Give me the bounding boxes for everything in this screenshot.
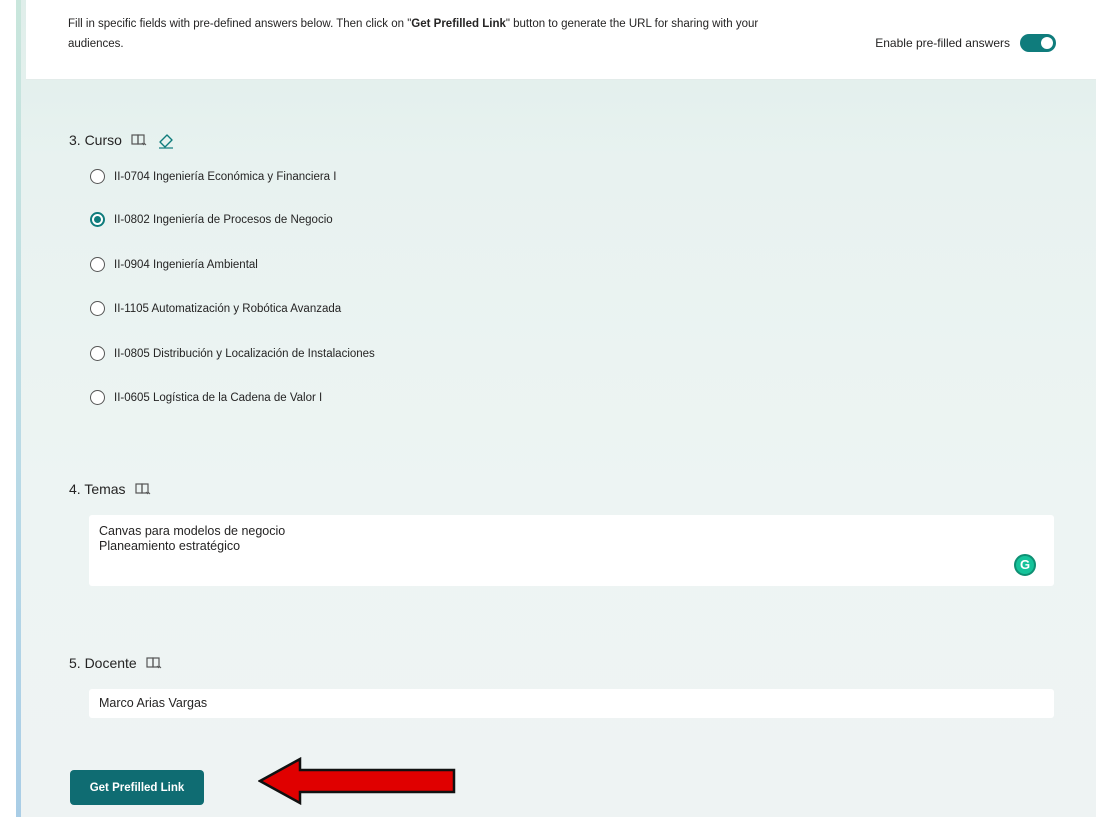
option-label: II-0704 Ingeniería Económica y Financier… <box>114 170 337 183</box>
option-label: II-0805 Distribución y Localización de I… <box>114 347 375 360</box>
radio-button[interactable] <box>90 257 105 272</box>
radio-button[interactable] <box>90 301 105 316</box>
textarea-content: Canvas para modelos de negocio Planeamie… <box>99 524 285 554</box>
left-accent-strip <box>16 0 21 817</box>
textarea-line: Planeamiento estratégico <box>99 539 241 553</box>
option-row[interactable]: II-0904 Ingeniería Ambiental <box>90 257 258 272</box>
radio-button[interactable] <box>90 390 105 405</box>
immersive-reader-icon[interactable] <box>134 480 152 498</box>
option-row[interactable]: II-1105 Automatización y Robótica Avanza… <box>90 301 341 316</box>
option-row[interactable]: II-0802 Ingeniería de Procesos de Negoci… <box>90 212 333 227</box>
option-row[interactable]: II-0704 Ingeniería Económica y Financier… <box>90 169 336 184</box>
question-3-title: 3. Curso <box>69 132 122 148</box>
banner-text-bold: Get Prefilled Link <box>411 18 506 30</box>
question-3-title-row: 3. Curso <box>69 130 176 150</box>
red-arrow-icon <box>258 757 456 805</box>
textarea-line: Canvas para modelos de negocio <box>99 524 286 538</box>
immersive-reader-icon[interactable] <box>145 654 163 672</box>
option-label: II-0802 Ingeniería de Procesos de Negoci… <box>114 213 333 226</box>
grammarly-icon[interactable]: G <box>1014 554 1036 576</box>
immersive-reader-icon[interactable] <box>130 131 148 149</box>
question-4-title-row: 4. Temas <box>69 480 152 498</box>
option-row[interactable]: II-0605 Logística de la Cadena de Valor … <box>90 390 322 405</box>
radio-button[interactable] <box>90 169 105 184</box>
option-label: II-0904 Ingeniería Ambiental <box>114 258 258 271</box>
enable-prefill-toggle-group: Enable pre-filled answers <box>875 34 1056 52</box>
docente-value: Marco Arias Vargas <box>99 696 208 710</box>
option-label: II-0605 Logística de la Cadena de Valor … <box>114 391 323 404</box>
docente-input[interactable]: Marco Arias Vargas <box>89 689 1054 718</box>
temas-textarea[interactable]: Canvas para modelos de negocio Planeamie… <box>89 515 1054 586</box>
banner-instructions: Fill in specific fields with pre-defined… <box>68 14 768 54</box>
radio-button-selected[interactable] <box>90 212 105 227</box>
get-prefilled-link-button[interactable]: Get Prefilled Link <box>70 770 204 805</box>
eraser-icon[interactable] <box>156 130 176 150</box>
question-5-title-row: 5. Docente <box>69 654 163 672</box>
toggle-label: Enable pre-filled answers <box>875 36 1010 50</box>
radio-button[interactable] <box>90 346 105 361</box>
question-5-title: 5. Docente <box>69 655 137 671</box>
option-row[interactable]: II-0805 Distribución y Localización de I… <box>90 346 375 361</box>
banner-text-start: Fill in specific fields with pre-defined… <box>68 18 412 30</box>
prefill-banner: Fill in specific fields with pre-defined… <box>26 0 1096 80</box>
toggle-knob <box>1041 37 1053 49</box>
question-4-title: 4. Temas <box>69 481 126 497</box>
option-label: II-1105 Automatización y Robótica Avanza… <box>114 302 342 315</box>
enable-prefill-toggle[interactable] <box>1020 34 1056 52</box>
